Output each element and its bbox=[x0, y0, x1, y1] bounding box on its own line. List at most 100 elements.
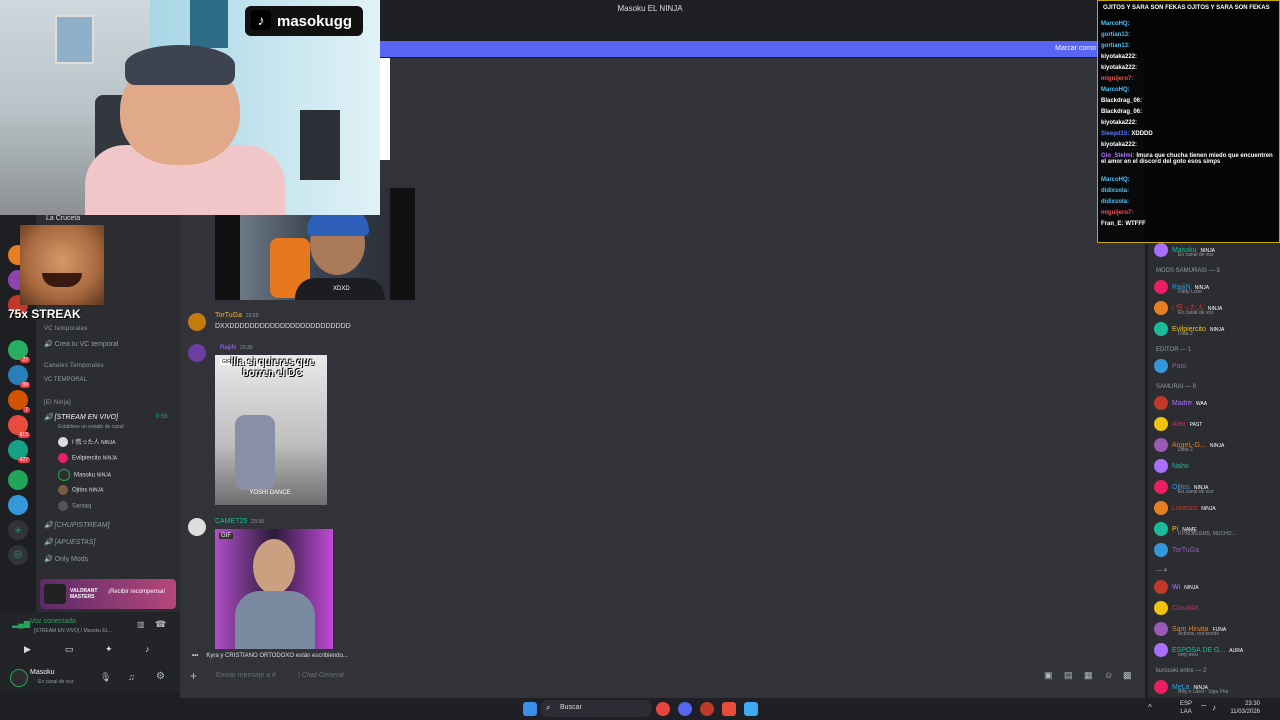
chat-username: MarcoHQ: bbox=[1101, 177, 1130, 183]
apps-icon[interactable]: ▩ bbox=[1123, 670, 1132, 681]
voice-channel[interactable]: 🔊 [APUESTAS] bbox=[44, 538, 95, 546]
tray-chevron-icon[interactable]: ^ bbox=[1148, 703, 1152, 712]
gift-icon[interactable]: ▣ bbox=[1044, 670, 1053, 681]
server-icon[interactable]: 813 bbox=[8, 415, 30, 438]
noise-suppression-icon[interactable]: ▥ bbox=[137, 620, 145, 629]
member-activity: 0 PROBLEMS, MUCHO... bbox=[1178, 531, 1236, 537]
avatar[interactable] bbox=[188, 518, 206, 536]
app-icon[interactable] bbox=[700, 702, 714, 716]
wifi-icon[interactable]: ⌔ bbox=[1200, 703, 1208, 713]
voice-user[interactable]: Ojitos NINJA bbox=[58, 485, 103, 495]
avatar[interactable] bbox=[10, 669, 28, 687]
live-channel[interactable]: 🔊 [STREAM EN VIVO] bbox=[44, 413, 118, 421]
avatar[interactable] bbox=[188, 313, 206, 331]
promo-title: VALORANT MASTERS bbox=[70, 588, 98, 600]
activities-icon[interactable]: ✦ bbox=[105, 644, 113, 655]
claim-reward-button[interactable]: ¡Recibir recompensa! bbox=[108, 589, 165, 595]
taskbar-search[interactable]: ⌕ Buscar bbox=[540, 700, 652, 717]
create-vc-channel[interactable]: 🔊 Crea tu VC temporal bbox=[44, 340, 118, 348]
member-name: Madre bbox=[1172, 399, 1192, 407]
role-tag: NINJA bbox=[1209, 326, 1225, 333]
member-row[interactable]: Pato bbox=[1154, 359, 1186, 373]
gif-embed[interactable]: GIF bbox=[215, 529, 333, 649]
gif-icon[interactable]: ▤ bbox=[1064, 670, 1073, 681]
avatar[interactable] bbox=[188, 344, 206, 362]
member-row[interactable]: Naho bbox=[1154, 459, 1189, 473]
gif-embed[interactable]: GIF illa si quieres que borren el DC YOS… bbox=[215, 355, 327, 505]
add-server-icon[interactable]: + bbox=[8, 520, 28, 540]
category-header[interactable]: [El Ninja] bbox=[44, 400, 71, 406]
stream-chat-line: miguijero7: bbox=[1101, 76, 1276, 82]
vc-temporal-channel[interactable]: VC TEMPORAL bbox=[44, 377, 87, 383]
avatar bbox=[1154, 480, 1168, 494]
voice-user[interactable]: Evilpiercito NINJA bbox=[58, 453, 117, 463]
member-row[interactable]: Wi NINJA bbox=[1154, 580, 1199, 594]
microphone-icon[interactable]: 🎙 bbox=[100, 672, 111, 683]
member-row[interactable]: ESPOSA DE G... AURA bbox=[1154, 643, 1243, 657]
server-icon[interactable]: 99 bbox=[8, 365, 30, 388]
settings-gear-icon[interactable]: ⚙ bbox=[156, 671, 165, 682]
chrome-icon[interactable] bbox=[656, 702, 670, 716]
search-label: Buscar bbox=[560, 704, 582, 711]
emoji-icon[interactable]: ☺ bbox=[1104, 670, 1113, 680]
soundboard-icon[interactable]: ♪ bbox=[145, 644, 150, 654]
poster bbox=[190, 0, 228, 48]
app-icon[interactable] bbox=[722, 702, 736, 716]
camera-icon[interactable]: ▶ bbox=[24, 644, 31, 655]
server-icon[interactable]: 427 bbox=[8, 440, 30, 463]
member-group-header: MODS SAMURAIS — 3 bbox=[1156, 268, 1220, 274]
discord-icon[interactable] bbox=[678, 702, 692, 716]
start-icon[interactable] bbox=[523, 702, 537, 716]
stream-chat-line: gortian13: bbox=[1101, 43, 1276, 49]
stream-chat-line: MarcoHQ: bbox=[1101, 177, 1276, 183]
stream-chat-line: MarcoHQ: bbox=[1101, 87, 1276, 93]
voice-channel[interactable]: 🔊 [CHUPISTREAM] bbox=[44, 521, 110, 529]
voice-channel[interactable]: 🔊 Only Mods bbox=[44, 555, 88, 563]
message-author[interactable]: CAMET25 23:30 bbox=[215, 518, 264, 525]
server-icon[interactable]: 7 bbox=[8, 390, 30, 413]
server-name[interactable]: La Cruceta bbox=[46, 215, 80, 222]
voice-user[interactable]: Saraaq bbox=[58, 501, 91, 511]
server-icon[interactable]: 27 bbox=[8, 340, 30, 363]
voice-user[interactable]: Masoku NINJA bbox=[58, 469, 111, 481]
member-row[interactable]: TorTuGa bbox=[1154, 543, 1199, 557]
add-attachment-icon[interactable]: + bbox=[190, 669, 197, 683]
screen-share-icon[interactable]: ▭ bbox=[65, 644, 74, 655]
voice-connected-label[interactable]: Voz conectada bbox=[30, 618, 76, 625]
voice-panel: ▂▄▆ Voz conectada [STREAM EN VIVO] / Mas… bbox=[0, 612, 180, 664]
member-row[interactable]: Cloud48 bbox=[1154, 601, 1198, 615]
stream-chat-line: didixsola: bbox=[1101, 199, 1276, 205]
member-row[interactable]: Madre WAA bbox=[1154, 396, 1207, 410]
category-header[interactable]: Canales Temporales bbox=[44, 363, 104, 369]
user-name[interactable]: Masoku bbox=[30, 669, 55, 676]
app-icon[interactable] bbox=[744, 702, 758, 716]
mark-read-button[interactable]: Marcar como bbox=[1055, 45, 1096, 52]
clock[interactable]: 23:30 11/03/2026 bbox=[1226, 700, 1260, 716]
message-composer[interactable]: + Enviar mensaje a # | Chat-General ▣ ▤ … bbox=[190, 668, 1138, 686]
member-row[interactable]: Lorenzo NINJA bbox=[1154, 501, 1216, 515]
voice-user[interactable]: I 慌った人 NINJA bbox=[58, 437, 115, 448]
headphones-icon[interactable]: ♫ bbox=[128, 672, 135, 682]
message-author[interactable]: RaijiN 23:30 bbox=[220, 345, 253, 351]
sticker-icon[interactable]: ▦ bbox=[1084, 670, 1093, 681]
member-group-header: kurosoki entre — 2 bbox=[1156, 668, 1207, 674]
speaker-tower bbox=[300, 110, 340, 180]
avatar bbox=[1154, 543, 1168, 557]
message-author[interactable]: TorTuGa 23:29 bbox=[215, 312, 259, 319]
stream-chat-line: Gio_Stelmi: Imura que chucha tienen miedo… bbox=[1101, 153, 1276, 165]
server-icon[interactable] bbox=[8, 470, 28, 490]
category-header[interactable]: VC temporales bbox=[44, 326, 88, 332]
explore-icon[interactable]: ◎ bbox=[8, 545, 28, 565]
member-row[interactable]: Alex PAST bbox=[1154, 417, 1202, 431]
channel-status[interactable]: Establece un estado de canal bbox=[58, 424, 124, 430]
member-activity: Actions, not words bbox=[1178, 631, 1219, 637]
avatar bbox=[1154, 417, 1168, 431]
disconnect-icon[interactable]: ☎ bbox=[155, 619, 166, 630]
avatar bbox=[1154, 459, 1168, 473]
role-tag: NINJA bbox=[1184, 584, 1199, 591]
volume-icon[interactable]: ♪ bbox=[1212, 703, 1216, 712]
member-activity: Dutty Love bbox=[1178, 289, 1202, 295]
voice-channel-label[interactable]: [STREAM EN VIVO] / Masoku EL... bbox=[34, 628, 113, 634]
language-indicator[interactable]: ESP LAA bbox=[1180, 700, 1192, 716]
server-icon[interactable] bbox=[8, 495, 28, 515]
